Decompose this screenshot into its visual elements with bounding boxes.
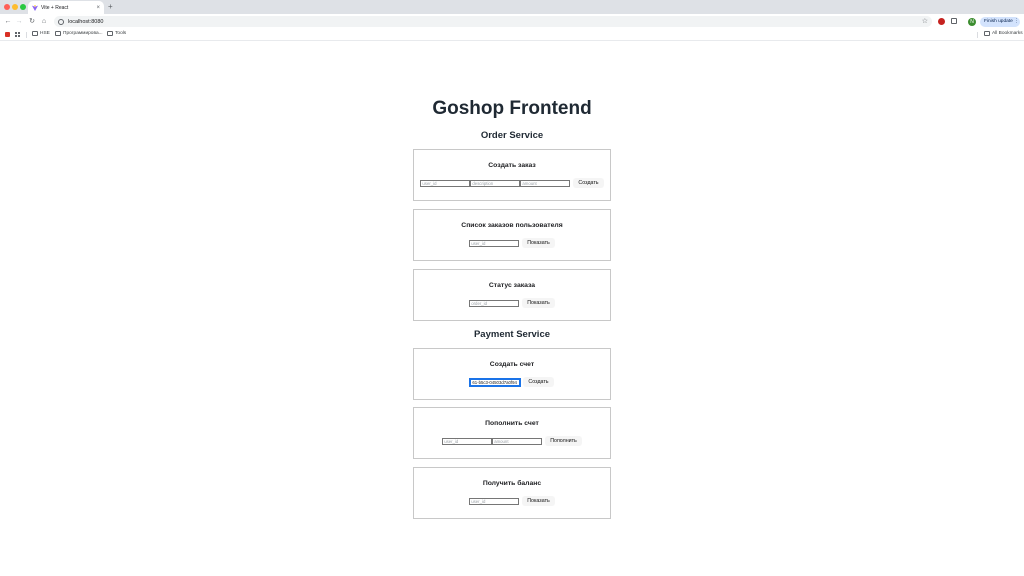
minimize-window-button[interactable] bbox=[12, 4, 18, 10]
create-account-card: Создать счет 61-b5c3-04503d7a0f94 Создат… bbox=[413, 348, 611, 400]
browser-tab[interactable]: Vite + React × bbox=[28, 1, 104, 14]
profile-avatar[interactable]: N bbox=[968, 17, 976, 26]
page-content: Goshop Frontend Order Service Создать за… bbox=[0, 42, 1024, 576]
card-title: Создать счет bbox=[489, 361, 535, 368]
bookmark-star-icon[interactable]: ☆ bbox=[922, 18, 928, 25]
user-id-input[interactable]: user_id bbox=[420, 179, 471, 187]
bookmark-label: Программирова... bbox=[63, 31, 103, 36]
extensions-puzzle-icon[interactable] bbox=[951, 18, 957, 24]
form-row: user_id Показать bbox=[414, 496, 610, 506]
folder-icon bbox=[984, 31, 990, 36]
folder-icon bbox=[107, 31, 113, 36]
form-row: 61-b5c3-04503d7a0f94 Создать bbox=[414, 377, 610, 387]
card-title: Список заказов пользователя bbox=[461, 222, 563, 229]
browser-chrome: Vite + React × + ← → ↻ ⌂ localhost:8080 … bbox=[0, 0, 1024, 42]
order-status-card: Статус заказа order_id Показать bbox=[413, 269, 611, 321]
user-id-input[interactable]: user_id bbox=[469, 239, 520, 247]
top-up-card: Пополнить счет user_id amount Пополнить bbox=[413, 407, 611, 459]
top-up-button[interactable]: Пополнить bbox=[545, 436, 582, 446]
bookmark-label: HSE bbox=[40, 31, 50, 36]
bookmarks-divider bbox=[26, 32, 27, 38]
user-id-input[interactable]: user_id bbox=[469, 497, 520, 505]
create-order-button[interactable]: Создать bbox=[573, 178, 604, 188]
finish-update-button[interactable]: Finish update ⋮ bbox=[980, 16, 1020, 27]
page-title: Goshop Frontend bbox=[432, 98, 592, 119]
apps-grid-icon[interactable] bbox=[15, 32, 20, 37]
amount-input[interactable]: amount bbox=[492, 437, 543, 445]
card-title: Получить баланс bbox=[482, 480, 542, 487]
url-text[interactable]: localhost:8080 bbox=[68, 19, 922, 25]
close-window-button[interactable] bbox=[4, 4, 10, 10]
site-info-icon[interactable] bbox=[58, 18, 64, 25]
bookmark-folder-programming[interactable]: Программирова... bbox=[55, 31, 103, 36]
card-title: Создать заказ bbox=[488, 162, 536, 169]
amount-input[interactable]: amount bbox=[520, 179, 571, 187]
form-row: user_id description amount Создать bbox=[414, 178, 610, 188]
bookmarks-bar: HSE Программирова... Tools All Bookmarks bbox=[0, 29, 1024, 41]
user-id-input[interactable]: user_id bbox=[442, 437, 493, 445]
get-balance-card: Получить баланс user_id Показать bbox=[413, 467, 611, 519]
bookmarks-divider bbox=[977, 32, 978, 38]
bookmark-label: All Bookmarks bbox=[992, 31, 1023, 36]
finish-update-label: Finish update bbox=[984, 19, 1013, 24]
folder-icon bbox=[32, 31, 38, 36]
description-input[interactable]: description bbox=[470, 179, 521, 187]
show-balance-button[interactable]: Показать bbox=[522, 496, 555, 506]
bookmark-label: Tools bbox=[115, 31, 127, 36]
reload-icon[interactable]: ↻ bbox=[27, 16, 37, 27]
back-icon[interactable]: ← bbox=[3, 16, 13, 27]
order-service-title: Order Service bbox=[480, 130, 544, 141]
form-row: user_id amount Пополнить bbox=[414, 436, 610, 446]
browser-toolbar: ← → ↻ ⌂ localhost:8080 ☆ N Finish update… bbox=[0, 14, 1024, 29]
create-order-card: Создать заказ user_id description amount… bbox=[413, 149, 611, 201]
bookmark-red-icon[interactable] bbox=[5, 32, 10, 37]
vite-icon bbox=[32, 4, 38, 11]
user-orders-card: Список заказов пользователя user_id Пока… bbox=[413, 209, 611, 261]
forward-icon[interactable]: → bbox=[14, 16, 24, 27]
order-id-input[interactable]: order_id bbox=[469, 299, 520, 307]
user-id-input[interactable]: 61-b5c3-04503d7a0f94 bbox=[469, 377, 522, 387]
new-tab-button[interactable]: + bbox=[108, 2, 113, 12]
form-row: user_id Показать bbox=[414, 238, 610, 248]
extension-icon[interactable] bbox=[938, 18, 945, 25]
folder-icon bbox=[55, 31, 61, 36]
home-icon[interactable]: ⌂ bbox=[39, 16, 49, 27]
bookmark-folder-tools[interactable]: Tools bbox=[107, 31, 126, 36]
payment-service-title: Payment Service bbox=[473, 329, 551, 340]
card-title: Статус заказа bbox=[488, 282, 536, 289]
create-account-button[interactable]: Создать bbox=[523, 377, 554, 387]
show-orders-button[interactable]: Показать bbox=[522, 238, 555, 248]
form-row: order_id Показать bbox=[414, 298, 610, 308]
maximize-window-button[interactable] bbox=[20, 4, 26, 10]
tab-title: Vite + React bbox=[41, 4, 69, 11]
all-bookmarks-button[interactable]: All Bookmarks bbox=[984, 31, 1023, 36]
card-title: Пополнить счет bbox=[485, 420, 539, 427]
address-bar[interactable]: localhost:8080 ☆ bbox=[54, 16, 932, 27]
bookmark-folder-hse[interactable]: HSE bbox=[32, 31, 50, 36]
close-icon[interactable]: × bbox=[96, 5, 100, 11]
show-status-button[interactable]: Показать bbox=[522, 298, 555, 308]
tab-strip: Vite + React × + bbox=[0, 0, 1024, 14]
